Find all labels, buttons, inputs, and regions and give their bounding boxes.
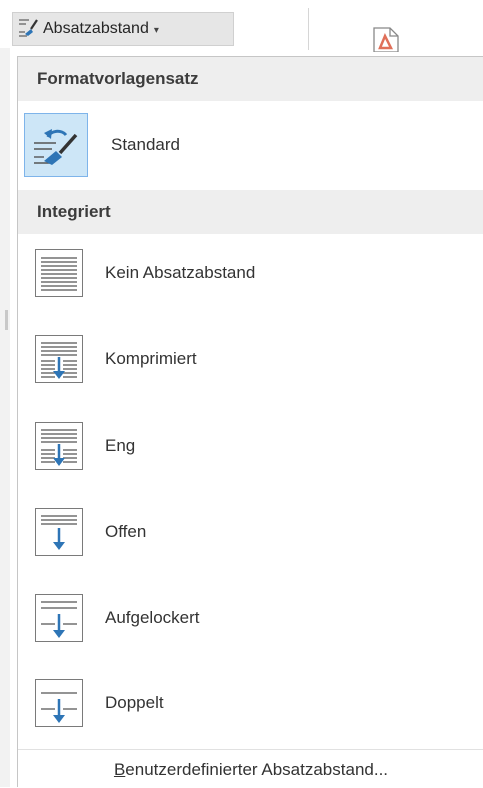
menu-item-label: Kein Absatzabstand <box>105 263 256 282</box>
menu-item-label: Doppelt <box>105 693 164 712</box>
menu-item-double[interactable]: Doppelt <box>18 664 483 742</box>
menu-item-label: Aufgelockert <box>105 608 200 627</box>
paragraph-spacing-dropdown: Formatvorlagensatz Standard Integriert K… <box>17 56 483 787</box>
footer-mnemonic: B <box>113 759 126 779</box>
double-spacing-icon <box>35 679 83 727</box>
menu-item-tight[interactable]: Eng <box>18 407 483 485</box>
edge-mark <box>5 310 8 330</box>
ribbon-divider <box>308 8 309 50</box>
menu-item-label: Komprimiert <box>105 349 197 368</box>
section-header-style-set: Formatvorlagensatz <box>18 57 483 101</box>
menu-item-compact[interactable]: Komprimiert <box>18 320 483 398</box>
tight-spacing-icon <box>35 422 83 470</box>
paragraph-spacing-brush-icon <box>24 113 88 177</box>
menu-item-no-spacing[interactable]: Kein Absatzabstand <box>18 234 483 312</box>
menu-separator <box>18 749 483 750</box>
compact-spacing-icon <box>35 335 83 383</box>
menu-item-standard[interactable]: Standard <box>18 106 483 184</box>
menu-item-relaxed[interactable]: Aufgelockert <box>18 579 483 657</box>
ribbon-strip: Absatzabstand ▾ <box>0 0 483 53</box>
custom-paragraph-spacing-link[interactable]: Benutzerdefinierter Absatzabstand... <box>18 751 483 788</box>
paragraph-spacing-icon <box>17 16 39 43</box>
relaxed-spacing-icon <box>35 594 83 642</box>
chevron-down-icon: ▾ <box>153 24 159 36</box>
menu-item-label: Offen <box>105 522 147 541</box>
menu-item-label: Standard <box>111 135 180 154</box>
open-spacing-icon <box>35 508 83 556</box>
menu-item-open[interactable]: Offen <box>18 493 483 571</box>
menu-item-label: Eng <box>105 436 136 455</box>
page-orientation-icon[interactable] <box>372 26 400 57</box>
footer-label: enutzerdefinierter Absatzabstand... <box>125 759 389 779</box>
section-header-builtin: Integriert <box>18 190 483 234</box>
paragraph-spacing-button[interactable]: Absatzabstand ▾ <box>12 12 234 46</box>
document-edge <box>0 48 10 787</box>
no-spacing-icon <box>35 249 83 297</box>
paragraph-spacing-button-label: Absatzabstand <box>43 20 149 37</box>
